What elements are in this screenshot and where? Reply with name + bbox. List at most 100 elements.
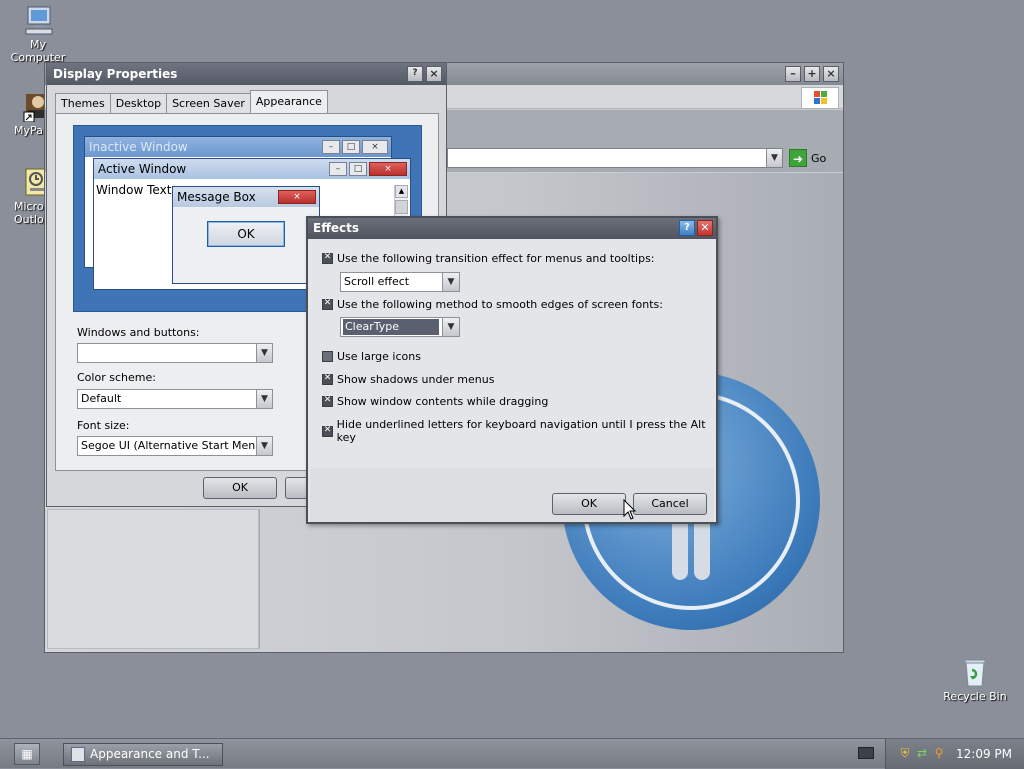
clock[interactable]: 12:09 PM — [956, 739, 1012, 769]
transition-select[interactable]: Scroll effect ▼ — [340, 272, 460, 292]
chevron-down-icon[interactable]: ▼ — [256, 437, 272, 455]
help-button[interactable]: ? — [407, 66, 423, 82]
color-scheme-label: Color scheme: — [77, 371, 156, 384]
transition-checkbox[interactable] — [322, 252, 333, 264]
smooth-checkbox[interactable] — [322, 298, 333, 310]
close-icon: × — [278, 190, 316, 204]
shadows-label: Show shadows under menus — [337, 373, 495, 386]
effects-title: Effects — [313, 221, 360, 235]
keyboard-icon[interactable] — [858, 747, 874, 759]
taskbar-item-appearance[interactable]: Appearance and T... — [63, 743, 223, 766]
pane-divider — [259, 509, 260, 649]
chevron-down-icon[interactable]: ▼ — [442, 318, 459, 336]
desktop-icon-label: Recycle Bin — [943, 690, 1007, 703]
font-size-label: Font size: — [77, 419, 130, 432]
drag-label: Show window contents while dragging — [337, 395, 549, 408]
preview-message-title-text: Message Box — [177, 190, 256, 204]
maximize-icon: □ — [342, 140, 360, 154]
ok-button[interactable]: OK — [203, 477, 277, 499]
tab-appearance[interactable]: Appearance — [249, 90, 328, 113]
mouse-cursor-icon — [623, 498, 637, 524]
effects-titlebar[interactable]: Effects ? ✕ — [308, 218, 716, 239]
preview-inactive-title: Inactive Window – □ × — [85, 137, 391, 157]
brand-logo-bar — [694, 520, 710, 580]
close-icon: × — [362, 140, 388, 154]
search-icon[interactable]: ⚲ — [932, 746, 946, 760]
color-scheme-select[interactable]: Default ▼ — [77, 389, 273, 409]
taskbar-item-label: Appearance and T... — [90, 747, 210, 761]
large-icons-label: Use large icons — [337, 350, 421, 363]
large-icons-checkbox[interactable] — [322, 351, 333, 362]
underline-label: Hide underlined letters for keyboard nav… — [336, 418, 706, 444]
desktop-icon-label: Micro Outlo — [14, 200, 44, 226]
hide-underline-option[interactable]: Hide underlined letters for keyboard nav… — [322, 418, 714, 444]
chevron-down-icon[interactable]: ▼ — [442, 273, 459, 291]
effects-dialog[interactable]: Effects ? ✕ Use the following transition… — [306, 216, 718, 524]
recycle-bin-icon — [959, 656, 991, 688]
smoothing-value: ClearType — [343, 319, 439, 335]
my-computer-icon — [22, 4, 54, 36]
font-size-value: Segoe UI (Alternative Start Menu) — [81, 439, 267, 452]
security-shield-icon[interactable]: ⛨ — [898, 746, 912, 760]
system-tray: ⛨ ⇄ ⚲ 12:09 PM — [885, 739, 1024, 769]
close-button[interactable]: × — [426, 66, 442, 82]
transition-value: Scroll effect — [344, 275, 410, 288]
effects-body: Use the following transition effect for … — [310, 239, 714, 468]
start-grid-icon: ▦ — [21, 747, 33, 761]
shadows-checkbox[interactable] — [322, 373, 333, 385]
desktop-icon-my-computer[interactable]: My Computer — [8, 4, 68, 64]
preview-window-text: Window Text — [96, 183, 172, 197]
font-size-select[interactable]: Segoe UI (Alternative Start Menu) ▼ — [77, 436, 273, 456]
preview-message-title: Message Box × — [173, 187, 319, 207]
shadows-option[interactable]: Show shadows under menus — [322, 373, 494, 386]
go-button[interactable]: ➜ Go — [789, 148, 837, 168]
minimize-button[interactable]: – — [785, 66, 801, 82]
preview-inactive-title-text: Inactive Window — [89, 140, 188, 154]
effects-footer: OK Cancel — [310, 468, 714, 522]
smoothing-select[interactable]: ClearType ▼ — [340, 317, 460, 337]
ok-button[interactable]: OK — [552, 493, 626, 515]
transition-label: Use the following transition effect for … — [337, 252, 655, 265]
tab-bar: Themes Desktop Screen Saver Appearance — [55, 90, 328, 113]
large-icons-option[interactable]: Use large icons — [322, 350, 421, 363]
help-button[interactable]: ? — [679, 220, 695, 236]
chevron-down-icon[interactable]: ▼ — [256, 390, 272, 408]
transition-effect-option[interactable]: Use the following transition effect for … — [322, 252, 655, 265]
close-button[interactable]: × — [823, 66, 839, 82]
start-button[interactable]: ▦ — [14, 743, 40, 765]
maximize-icon: □ — [349, 162, 367, 176]
smooth-edges-option[interactable]: Use the following method to smooth edges… — [322, 298, 663, 311]
desktop-icon-label: My Computer — [10, 38, 66, 64]
maximize-button[interactable]: + — [804, 66, 820, 82]
cancel-button[interactable]: Cancel — [633, 493, 707, 515]
address-input[interactable]: ▼ — [447, 148, 783, 168]
display-properties-titlebar[interactable]: Display Properties ? × — [47, 63, 446, 85]
drag-checkbox[interactable] — [322, 395, 333, 407]
network-icon[interactable]: ⇄ — [915, 746, 929, 760]
drag-contents-option[interactable]: Show window contents while dragging — [322, 395, 548, 408]
minimize-icon: – — [322, 140, 340, 154]
close-button[interactable]: ✕ — [697, 220, 713, 236]
preview-ok-button: OK — [207, 221, 285, 247]
tab-screen-saver[interactable]: Screen Saver — [166, 93, 251, 113]
brand-logo-bar — [672, 520, 688, 580]
window-title: Display Properties — [53, 67, 178, 81]
preview-active-title: Active Window – □ × — [94, 159, 410, 179]
smooth-label: Use the following method to smooth edges… — [337, 298, 663, 311]
color-scheme-value: Default — [81, 392, 122, 405]
tab-desktop[interactable]: Desktop — [109, 93, 168, 113]
windows-logo-icon — [801, 87, 839, 109]
minimize-icon: – — [329, 162, 347, 176]
desktop-icon-recycle-bin[interactable]: Recycle Bin — [940, 656, 1010, 703]
background-left-pane — [47, 509, 259, 649]
chevron-down-icon[interactable]: ▼ — [256, 344, 272, 362]
preview-active-title-text: Active Window — [98, 162, 187, 176]
windows-buttons-select[interactable]: ▼ — [77, 343, 273, 363]
preview-message-box: Message Box × OK — [172, 186, 320, 284]
tab-themes[interactable]: Themes — [55, 93, 111, 113]
windows-buttons-label: Windows and buttons: — [77, 326, 200, 339]
go-label: Go — [811, 151, 827, 165]
underline-checkbox[interactable] — [322, 425, 333, 437]
chevron-down-icon[interactable]: ▼ — [766, 149, 782, 167]
scroll-up-icon: ▲ — [395, 185, 408, 198]
